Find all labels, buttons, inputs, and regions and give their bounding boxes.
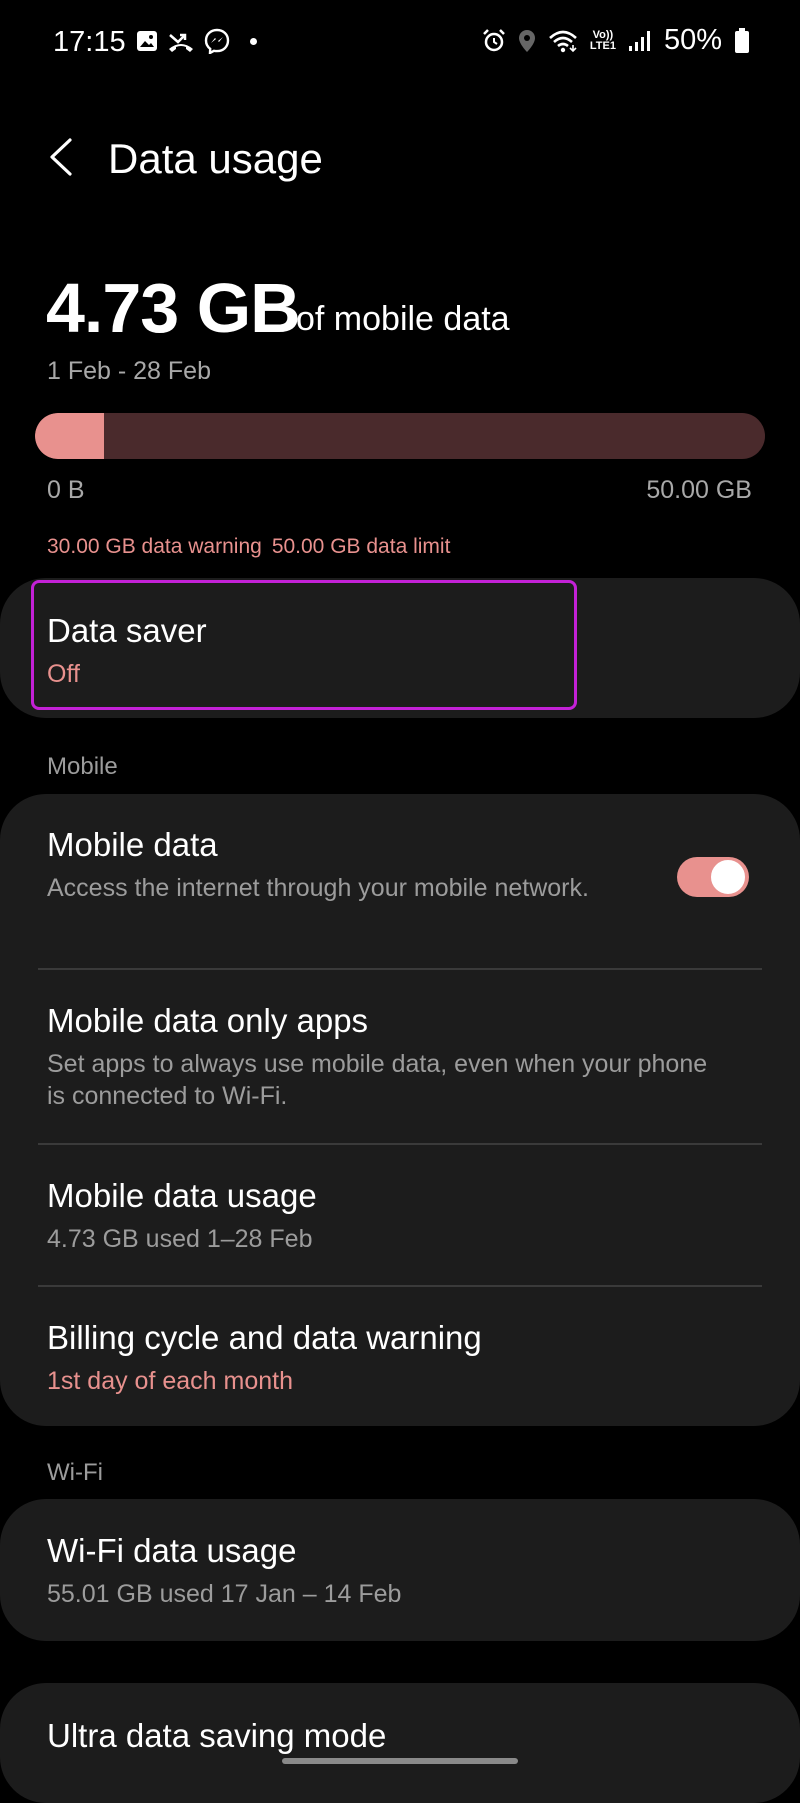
usage-date-range: 1 Feb - 28 Feb bbox=[47, 357, 211, 385]
location-icon bbox=[518, 29, 535, 52]
mobile-data-subtitle: Access the internet through your mobile … bbox=[47, 874, 589, 902]
mobile-data-title: Mobile data bbox=[47, 826, 218, 863]
gallery-icon bbox=[137, 31, 157, 51]
lte-label: LTE1 bbox=[589, 39, 616, 52]
missed-call-icon bbox=[169, 33, 193, 52]
usage-progress-fill bbox=[35, 413, 104, 459]
mobile-data-usage-row[interactable]: Mobile data usage 4.73 GB used 1–28 Feb bbox=[0, 1145, 800, 1285]
mobile-data-toggle[interactable] bbox=[677, 857, 749, 897]
section-label-mobile: Mobile bbox=[47, 753, 118, 780]
home-indicator[interactable] bbox=[282, 1758, 518, 1764]
status-time: 17:15 bbox=[53, 26, 126, 58]
data-warning-text: 30.00 GB data warning bbox=[47, 535, 262, 558]
volte-label: Vo)) bbox=[592, 28, 614, 41]
progress-max-label: 50.00 GB bbox=[646, 476, 752, 504]
status-system-icons: Vo)) LTE1 50% bbox=[482, 24, 750, 57]
mobile-data-only-apps-subtitle: Set apps to always use mobile data, even… bbox=[47, 1050, 708, 1110]
wifi-icon bbox=[548, 30, 577, 52]
usage-progress-bar bbox=[35, 413, 765, 459]
ultra-data-saving-title: Ultra data saving mode bbox=[47, 1717, 387, 1754]
more-notifications-dot bbox=[250, 37, 257, 45]
section-label-wifi: Wi-Fi bbox=[47, 1459, 103, 1486]
data-warning-line: 30.00 GB data warning 50.00 GB data limit bbox=[47, 535, 460, 559]
wifi-data-usage-row[interactable]: Wi-Fi data usage 55.01 GB used 17 Jan – … bbox=[0, 1499, 800, 1641]
billing-cycle-title: Billing cycle and data warning bbox=[47, 1319, 482, 1356]
wifi-data-usage-title: Wi-Fi data usage bbox=[47, 1532, 297, 1569]
mobile-data-usage-title: Mobile data usage bbox=[47, 1177, 317, 1214]
billing-cycle-row[interactable]: Billing cycle and data warning 1st day o… bbox=[0, 1287, 800, 1426]
volte-icon: Vo)) LTE1 bbox=[589, 28, 616, 52]
mobile-data-usage-subtitle: 4.73 GB used 1–28 Feb bbox=[47, 1225, 313, 1253]
battery-icon bbox=[735, 27, 749, 53]
status-bar: 17:15 Vo)) LTE1 50% bbox=[0, 0, 800, 92]
data-saver-status: Off bbox=[47, 660, 80, 688]
mobile-data-only-apps-title: Mobile data only apps bbox=[47, 1002, 369, 1039]
back-arrow-icon[interactable] bbox=[42, 132, 82, 182]
status-notification-icons bbox=[136, 28, 257, 54]
battery-percent: 50% bbox=[663, 24, 722, 56]
mobile-data-only-apps-row[interactable]: Mobile data only apps Set apps to always… bbox=[0, 970, 800, 1143]
billing-cycle-subtitle: 1st day of each month bbox=[47, 1367, 293, 1395]
data-saver-title: Data saver bbox=[47, 612, 207, 649]
ultra-data-saving-row[interactable]: Ultra data saving mode bbox=[0, 1683, 800, 1803]
messenger-icon bbox=[204, 28, 230, 54]
alarm-icon bbox=[482, 28, 505, 51]
wifi-data-usage-subtitle: 55.01 GB used 17 Jan – 14 Feb bbox=[47, 1580, 402, 1608]
page-title: Data usage bbox=[108, 135, 323, 182]
toggle-knob bbox=[709, 858, 747, 896]
usage-amount: 4.73 GB bbox=[46, 269, 301, 347]
signal-icon bbox=[628, 30, 650, 51]
data-limit-text: 50.00 GB data limit bbox=[271, 535, 451, 558]
progress-min-label: 0 B bbox=[47, 476, 85, 504]
usage-suffix: of mobile data bbox=[296, 300, 510, 338]
